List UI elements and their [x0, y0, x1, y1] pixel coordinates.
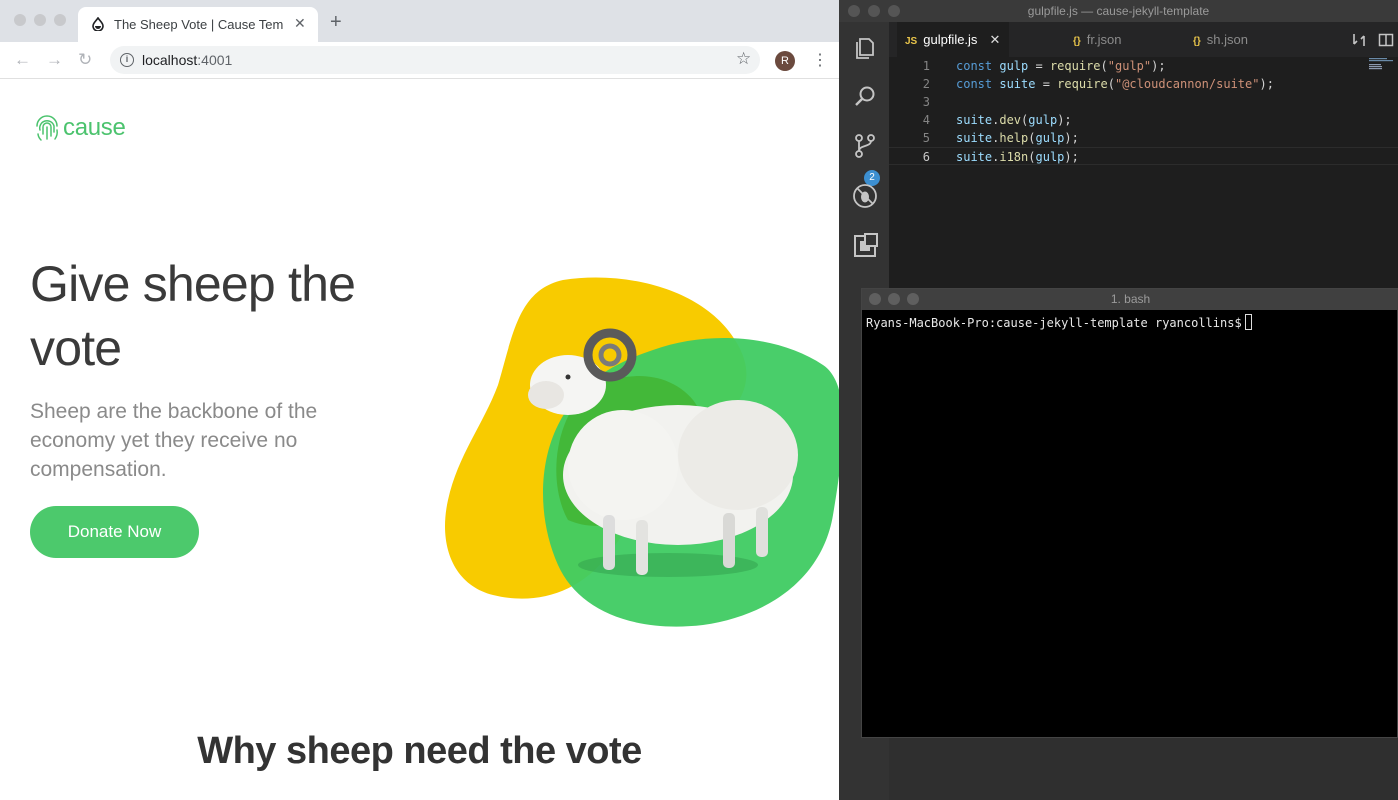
hero-subtitle: Sheep are the backbone of the economy ye… — [30, 400, 318, 481]
hero-title: Give sheep the vote — [30, 256, 356, 376]
line-text: suite.help(gulp); — [956, 131, 1079, 145]
url-port: :4001 — [197, 52, 233, 68]
terminal-output: Ryans-MacBook-Pro:cause-jekyll-template … — [866, 314, 1252, 330]
tab-label: gulpfile.js — [923, 32, 978, 47]
editor-window-title: gulpfile.js — cause-jekyll-template — [1027, 4, 1210, 18]
back-arrow-icon[interactable]: ← — [14, 50, 31, 70]
line-number: 2 — [922, 77, 930, 91]
line-text: const suite = require("@cloudcannon/suit… — [956, 77, 1274, 91]
minimap[interactable] — [1369, 57, 1393, 71]
forward-arrow-icon[interactable]: → — [46, 50, 63, 70]
line-number: 5 — [922, 131, 930, 145]
code-line: 2 const suite = require("@cloudcannon/su… — [889, 75, 1398, 93]
code-line: 3 — [889, 93, 1398, 111]
extensions-icon[interactable] — [852, 233, 878, 259]
site-info-icon[interactable]: i — [120, 53, 134, 67]
url-host: localhost — [142, 52, 198, 68]
logo-text: cause — [63, 114, 126, 141]
donate-now-button[interactable]: Donate Now — [30, 506, 199, 558]
tab-close-icon[interactable]: ✕ — [989, 32, 1000, 47]
browser-window: The Sheep Vote | Cause Templ ✕ + ← → ↻ i… — [0, 0, 839, 800]
tab-fr-json[interactable]: {} fr.json — [1017, 22, 1129, 57]
line-text: const gulp = require("gulp"); — [956, 59, 1166, 73]
bookmark-star-icon[interactable]: ☆ — [736, 49, 751, 69]
tab-label: sh.json — [1206, 32, 1248, 47]
code-line-current: 6 suite.i18n(gulp); — [889, 147, 1398, 165]
line-number: 4 — [922, 113, 930, 127]
json-file-icon: {} — [1193, 36, 1201, 47]
line-text: suite.dev(gulp); — [956, 113, 1072, 127]
tab-gulpfile[interactable]: JS gulpfile.js ✕ — [897, 22, 1009, 57]
terminal-window[interactable]: 1. bash Ryans-MacBook-Pro:cause-jekyll-t… — [861, 288, 1398, 738]
code-line: 5 suite.help(gulp); — [889, 129, 1398, 147]
debug-icon[interactable] — [852, 183, 878, 209]
json-file-icon: {} — [1073, 36, 1081, 47]
sheep-illustration — [445, 277, 839, 627]
browser-tabstrip: The Sheep Vote | Cause Templ ✕ + — [0, 0, 839, 42]
profile-avatar[interactable]: R — [775, 51, 795, 71]
address-bar[interactable]: i localhost:4001 ☆ — [110, 46, 760, 74]
browser-tab[interactable]: The Sheep Vote | Cause Templ ✕ — [78, 7, 318, 42]
search-icon[interactable] — [852, 84, 878, 110]
tab-title: The Sheep Vote | Cause Templ — [114, 17, 284, 32]
line-text: suite.i18n(gulp); — [956, 150, 1079, 164]
maximize-window-button[interactable] — [54, 14, 66, 26]
terminal-title: 1. bash — [1110, 292, 1151, 306]
section-heading: Why sheep need the vote — [197, 730, 642, 772]
browser-toolbar: ← → ↻ i localhost:4001 ☆ R ⋮ — [0, 42, 839, 79]
browser-menu-icon[interactable]: ⋮ — [812, 50, 828, 70]
code-editor[interactable]: 1 const gulp = require("gulp"); 2 const … — [889, 57, 1398, 289]
line-number: 3 — [922, 95, 930, 109]
tab-close-icon[interactable]: ✕ — [294, 15, 306, 32]
tab-sh-json[interactable]: {} sh.json — [1139, 22, 1251, 57]
web-page: cause Give sheep the vote Sheep are the … — [0, 80, 839, 800]
fingerprint-logo-icon — [36, 115, 58, 141]
compare-changes-icon[interactable] — [1351, 32, 1367, 48]
tab-label: fr.json — [1086, 32, 1122, 47]
close-window-button[interactable] — [14, 14, 26, 26]
site-favicon-icon — [92, 17, 104, 31]
url-text: localhost:4001 — [142, 52, 232, 68]
source-control-icon[interactable] — [852, 133, 878, 159]
reload-icon[interactable]: ↻ — [78, 50, 92, 70]
desktop: The Sheep Vote | Cause Templ ✕ + ← → ↻ i… — [0, 0, 1398, 800]
code-line: 1 const gulp = require("gulp"); — [889, 57, 1398, 75]
editor-titlebar: gulpfile.js — cause-jekyll-template — [839, 0, 1398, 22]
split-editor-icon[interactable] — [1378, 32, 1394, 48]
line-number: 1 — [922, 59, 930, 73]
minimize-window-button[interactable] — [34, 14, 46, 26]
terminal-cursor — [1244, 314, 1252, 330]
editor-tabs: JS gulpfile.js ✕ {} fr.json {} sh.json — [889, 22, 1398, 57]
js-file-icon: JS — [905, 36, 918, 47]
terminal-titlebar: 1. bash — [862, 289, 1398, 310]
shell-prompt: Ryans-MacBook-Pro:cause-jekyll-template … — [866, 316, 1242, 330]
code-line: 4 suite.dev(gulp); — [889, 111, 1398, 129]
line-number: 6 — [922, 150, 930, 164]
new-tab-button[interactable]: + — [330, 12, 342, 32]
explorer-icon[interactable] — [852, 35, 878, 61]
